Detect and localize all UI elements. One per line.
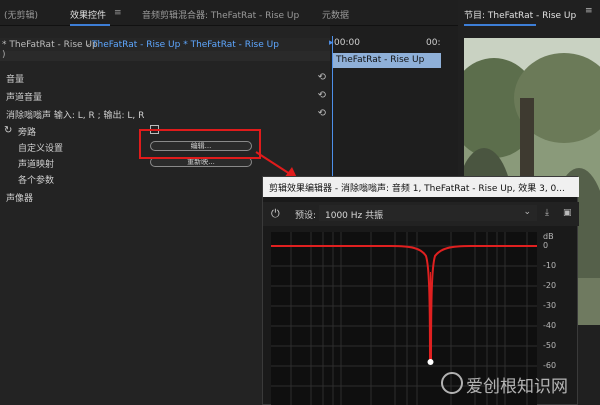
active-tab-indicator	[464, 24, 536, 26]
property-label: 各个参数	[18, 176, 55, 186]
sequence-clip-label[interactable]: TheFatRat - Rise Up * TheFatRat - Rise U…	[92, 40, 279, 50]
db-label: -40	[543, 321, 557, 330]
preset-value: 1000 Hz 共振	[325, 211, 384, 221]
panel-menu-icon[interactable]: ≡	[114, 8, 122, 18]
property-label: 声道映射	[18, 160, 55, 170]
preset-label: 预设:	[295, 211, 317, 221]
db-label: -50	[543, 341, 557, 350]
chevron-down-icon[interactable]: ⌄	[84, 39, 92, 49]
section-header: )	[0, 50, 330, 61]
save-preset-icon[interactable]: ⤓	[545, 208, 549, 218]
db-label: -60	[543, 361, 557, 370]
program-title[interactable]: 节目: TheFatRat - Rise Up	[464, 8, 576, 21]
property-denoise[interactable]: 消除嗡嗡声 输入: L, R ; 输出: L, R ⟲	[0, 107, 330, 121]
time-ruler[interactable]: ▸ 00:00 00:	[329, 38, 458, 50]
watermark-logo-icon	[441, 372, 463, 394]
reset-icon[interactable]: ⟲	[318, 90, 326, 101]
property-label: 自定义设置	[18, 144, 64, 154]
reset-icon[interactable]: ⟲	[318, 72, 326, 83]
reset-icon[interactable]: ⟲	[318, 108, 326, 119]
time-end: 00:	[426, 38, 441, 48]
panel-menu-icon[interactable]: ≡	[585, 6, 593, 16]
db-label: -30	[543, 301, 557, 310]
property-label: 旁路	[18, 128, 37, 138]
preset-dropdown[interactable]: 1000 Hz 共振 ⌄	[319, 205, 537, 221]
tab-metadata[interactable]: 元数据	[322, 8, 349, 21]
timeline-clip[interactable]: TheFatRat - Rise Up	[333, 53, 441, 68]
watermark-text: 爱创根知识网	[466, 377, 568, 397]
stopwatch-icon[interactable]: ↻	[4, 125, 12, 136]
delete-preset-icon[interactable]: ▣	[563, 208, 572, 218]
effect-label: 消除嗡嗡声 输入: L, R ; 输出: L, R	[6, 111, 145, 121]
time-start: 00:00	[334, 38, 360, 48]
tab-audio-clip-mixer[interactable]: 音频剪辑混合器: TheFatRat - Rise Up	[142, 8, 299, 21]
chevron-down-icon: ⌄	[523, 207, 531, 217]
tab-source[interactable]: (无剪辑)	[4, 8, 38, 21]
highlight-box	[139, 129, 261, 159]
property-channel-volume[interactable]: 声道音量 ⟲	[0, 89, 330, 103]
notch-control-point[interactable]	[427, 359, 434, 365]
property-volume[interactable]: 音量 ⟲	[0, 71, 330, 85]
db-label: -20	[543, 281, 557, 290]
property-label: 声道音量	[6, 93, 43, 103]
clip-selector-bar: * TheFatRat - Rise Up ⌄ TheFatRat - Rise…	[0, 38, 330, 51]
collapse-icon[interactable]: )	[2, 50, 6, 60]
db-label: dB	[543, 232, 554, 241]
panel-tab-bar: (无剪辑) 效果控件 ≡ 音频剪辑混合器: TheFatRat - Rise U…	[0, 0, 458, 26]
property-label: 音量	[6, 75, 25, 85]
property-label: 声像器	[6, 194, 34, 204]
dialog-title[interactable]: 剪辑效果编辑器 - 消除嗡嗡声: 音频 1, TheFatRat - Rise …	[263, 177, 579, 197]
db-label: -10	[543, 261, 557, 270]
db-label: 0	[543, 241, 549, 250]
power-icon[interactable]: ⏻	[271, 207, 280, 221]
active-tab-indicator	[70, 24, 110, 26]
clip-fx-editor-dialog: 剪辑效果编辑器 - 消除嗡嗡声: 音频 1, TheFatRat - Rise …	[262, 176, 579, 405]
tab-effect-controls[interactable]: 效果控件	[70, 8, 106, 21]
dialog-toolbar: ⏻ 预设: 1000 Hz 共振 ⌄ ⤓ ▣	[263, 202, 579, 226]
